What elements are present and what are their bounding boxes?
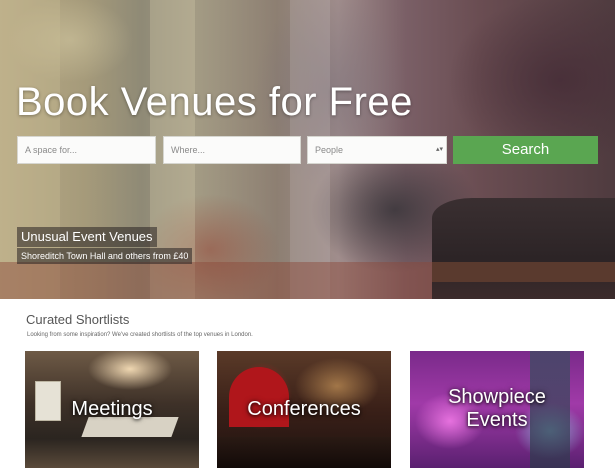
people-select-value: People xyxy=(315,145,344,155)
shortlist-card-conferences[interactable]: Conferences xyxy=(217,351,391,468)
search-button[interactable]: Search xyxy=(453,136,598,164)
doorway-image xyxy=(432,262,615,282)
people-select[interactable]: People ▴▾ xyxy=(307,136,447,164)
chevron-updown-icon: ▴▾ xyxy=(435,146,443,153)
search-bar: People ▴▾ Search xyxy=(17,136,598,164)
doorway-image xyxy=(432,198,615,299)
hero-title: Book Venues for Free xyxy=(16,80,413,124)
shortlist-card-meetings[interactable]: Meetings xyxy=(25,351,199,468)
section-description: Looking from some inspiration? We've cre… xyxy=(27,332,253,338)
card-label: Meetings xyxy=(71,398,153,420)
space-input[interactable] xyxy=(17,136,156,164)
hero-caption-subtitle[interactable]: Shoreditch Town Hall and others from £40 xyxy=(17,248,193,264)
where-input[interactable] xyxy=(163,136,301,164)
theatre-seats-image xyxy=(217,437,391,468)
card-label: Conferences xyxy=(247,398,361,420)
section-title: Curated Shortlists xyxy=(26,312,130,327)
shortlist-card-showpiece-events[interactable]: Showpiece Events xyxy=(410,351,584,468)
card-label-line1: Showpiece xyxy=(448,386,546,408)
hero-banner: Book Venues for Free People ▴▾ Search Un… xyxy=(0,0,615,299)
hero-caption-title[interactable]: Unusual Event Venues xyxy=(17,227,157,247)
card-label-line2: Events xyxy=(466,409,528,431)
